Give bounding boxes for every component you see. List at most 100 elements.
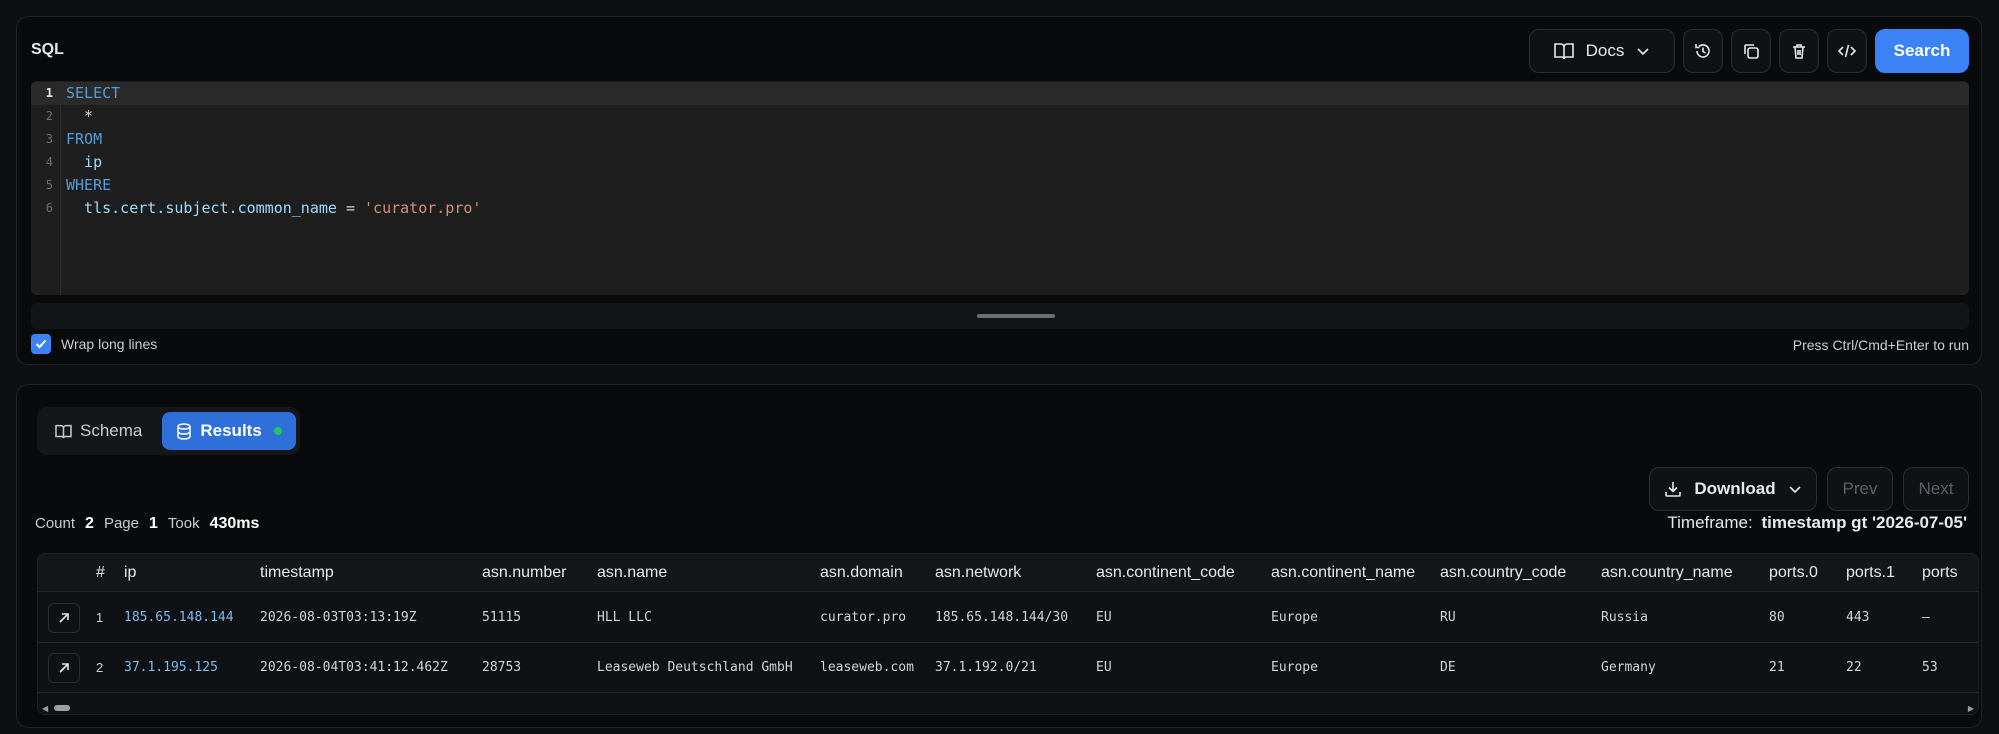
column-header[interactable]: asn.name [597, 564, 667, 582]
table-cell: RU [1440, 610, 1456, 625]
results-panel: Schema Results Download Prev Next Count … [16, 384, 1982, 728]
column-header[interactable]: asn.continent_name [1271, 564, 1415, 582]
database-icon [177, 422, 192, 440]
scroll-thumb[interactable] [54, 705, 70, 711]
code-editor[interactable]: 1 SELECT 2 * 3 FROM 4 ip 5 WHERE 6 tls.cert.subj… [31, 81, 1969, 295]
format-code-button[interactable] [1827, 29, 1867, 73]
code-line[interactable]: 6 tls.cert.subject.common_name = 'curato… [31, 197, 1969, 220]
code-token: = [336, 199, 365, 217]
code-line[interactable]: 1 SELECT [31, 82, 1969, 105]
code-line[interactable]: 5 WHERE [31, 174, 1969, 197]
chevron-down-icon [1789, 486, 1801, 494]
wrap-checkbox[interactable] [31, 334, 51, 354]
table-cell: Russia [1601, 610, 1648, 625]
table-cell: 80 [1769, 610, 1785, 625]
tab-results[interactable]: Results [162, 412, 296, 450]
search-button[interactable]: Search [1875, 29, 1969, 73]
code-text: ip [66, 151, 102, 174]
arrow-up-right-icon [59, 663, 69, 673]
table-row[interactable]: 2 37.1.195.125 2026-08-04T03:41:12.462Z 287… [38, 643, 1978, 693]
code-line[interactable]: 2 * [31, 105, 1969, 128]
download-button[interactable]: Download [1649, 467, 1817, 511]
code-token: SELECT [66, 84, 121, 102]
column-header[interactable]: ports [1922, 564, 1958, 582]
table-cell: leaseweb.com [820, 660, 914, 675]
table-cell: 37.1.192.0/21 [935, 660, 1037, 675]
code-text: FROM [66, 128, 102, 151]
table-cell: DE [1440, 660, 1456, 675]
table-header: # ip timestamp asn.number asn.name asn.domain… [38, 554, 1978, 592]
table-cell: curator.pro [820, 610, 907, 625]
code-text: tls.cert.subject.common_name = 'curator.… [66, 197, 481, 220]
count-value: 2 [85, 515, 94, 532]
table-cell: HLL LLC [597, 610, 652, 625]
table-cell: 51115 [482, 610, 522, 625]
table-cell: Europe [1271, 610, 1318, 625]
result-actions: Download Prev Next [1649, 467, 1969, 511]
status-dot [273, 427, 282, 435]
ip-link[interactable]: 185.65.148.144 [124, 610, 234, 625]
editor-resize-bar[interactable] [31, 303, 1969, 329]
resize-handle[interactable] [977, 314, 1055, 318]
results-tabs: Schema Results [37, 407, 300, 455]
page-label: Page [103, 515, 139, 532]
ip-link[interactable]: 37.1.195.125 [124, 660, 218, 675]
column-header[interactable]: asn.country_name [1601, 564, 1733, 582]
column-header[interactable]: timestamp [260, 564, 334, 582]
column-header[interactable]: asn.country_code [1440, 564, 1566, 582]
editor-toolbar: Docs Search [1529, 29, 1969, 73]
column-header[interactable]: asn.network [935, 564, 1021, 582]
wrap-label: Wrap long lines [61, 336, 158, 352]
column-header[interactable]: asn.domain [820, 564, 903, 582]
line-number: 5 [45, 178, 53, 192]
scroll-left-icon[interactable]: ◀ [42, 704, 48, 713]
copy-icon [1744, 44, 1759, 59]
code-line[interactable]: 3 FROM [31, 128, 1969, 151]
table-cell: 21 [1769, 660, 1785, 675]
table-cell: EU [1096, 660, 1112, 675]
arrow-up-right-icon [59, 613, 69, 623]
line-number: 6 [45, 201, 53, 215]
column-header[interactable]: # [96, 564, 105, 582]
line-number: 4 [45, 155, 53, 169]
tab-schema-label: Schema [80, 421, 143, 440]
timeframe: Timeframe: timestamp gt '2026-07-05' [1667, 513, 1967, 533]
code-token: tls.cert.subject.common_name [66, 199, 337, 217]
history-button[interactable] [1683, 29, 1723, 73]
result-stats: Count 2 Page 1 Took 430ms [35, 515, 259, 533]
clear-button[interactable] [1779, 29, 1819, 73]
table-cell: Europe [1271, 660, 1318, 675]
tab-schema[interactable]: Schema [41, 412, 156, 450]
column-header[interactable]: ports.0 [1769, 564, 1818, 582]
open-row-button[interactable] [48, 603, 80, 633]
code-token: 'curator.pro' [364, 199, 482, 217]
chevron-down-icon [1637, 48, 1649, 56]
horizontal-scrollbar[interactable]: ◀ ▶ [38, 702, 1978, 714]
prev-button[interactable]: Prev [1827, 467, 1893, 511]
tab-results-label: Results [200, 421, 262, 440]
history-icon [1695, 44, 1710, 58]
scroll-right-icon[interactable]: ▶ [1968, 704, 1974, 713]
table-cell: EU [1096, 610, 1112, 625]
count-label: Count [35, 515, 76, 532]
timeframe-value: timestamp gt '2026-07-05' [1761, 513, 1967, 532]
open-row-button[interactable] [48, 653, 80, 683]
code-icon [1838, 44, 1856, 58]
book-icon [1553, 43, 1574, 60]
table-row[interactable]: 1 185.65.148.144 2026-08-03T03:13:19Z 51115… [38, 593, 1978, 643]
download-icon [1665, 482, 1682, 497]
column-header[interactable]: ip [124, 564, 136, 582]
code-line[interactable]: 4 ip [31, 151, 1969, 174]
code-token: FROM [66, 130, 103, 148]
column-header[interactable]: asn.number [482, 564, 567, 582]
copy-button[interactable] [1731, 29, 1771, 73]
page-value: 1 [148, 515, 158, 532]
next-button[interactable]: Next [1903, 467, 1969, 511]
code-token: * [66, 107, 94, 125]
line-number: 2 [45, 109, 53, 123]
column-header[interactable]: asn.continent_code [1096, 564, 1235, 582]
table-cell: 2026-08-04T03:41:12.462Z [260, 660, 448, 675]
docs-button[interactable]: Docs [1529, 29, 1675, 73]
column-header[interactable]: ports.1 [1846, 564, 1895, 582]
timeframe-label: Timeframe: [1667, 513, 1753, 532]
